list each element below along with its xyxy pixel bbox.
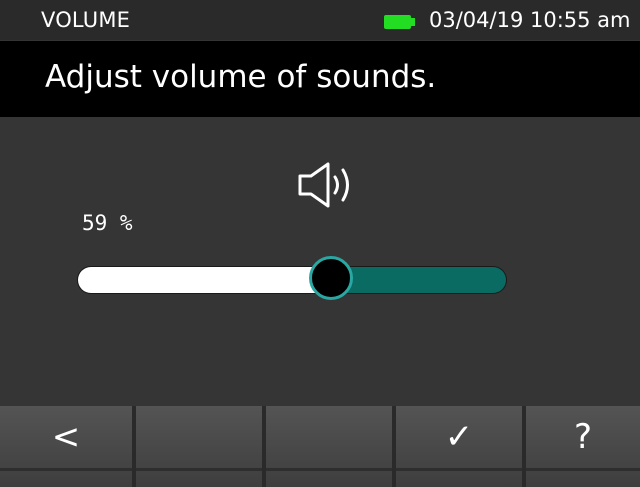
prompt-bar: Adjust volume of sounds. xyxy=(0,41,640,117)
help-button[interactable]: ? xyxy=(526,406,640,487)
prompt-text: Adjust volume of sounds. xyxy=(45,59,437,95)
screen-title: VOLUME xyxy=(41,8,131,32)
status-bar: VOLUME 03/04/19 10:55 am xyxy=(0,0,640,40)
help-icon: ? xyxy=(573,416,593,457)
battery-full-icon xyxy=(384,15,415,29)
slider-fill xyxy=(78,267,331,293)
chevron-left-icon: < xyxy=(51,416,81,457)
slider-thumb[interactable] xyxy=(308,256,353,300)
checkmark-icon: ✓ xyxy=(444,416,474,457)
datetime-label: 03/04/19 10:55 am xyxy=(429,8,631,32)
volume-percent-label: 59 % xyxy=(82,211,133,235)
speaker-icon xyxy=(298,162,349,208)
volume-slider[interactable] xyxy=(78,256,506,300)
softkey-3-button[interactable] xyxy=(266,406,396,487)
confirm-button[interactable]: ✓ xyxy=(396,406,526,487)
softkey-bar: < ✓ ? xyxy=(0,406,640,487)
softkey-2-button[interactable] xyxy=(136,406,266,487)
back-button[interactable]: < xyxy=(0,406,136,487)
